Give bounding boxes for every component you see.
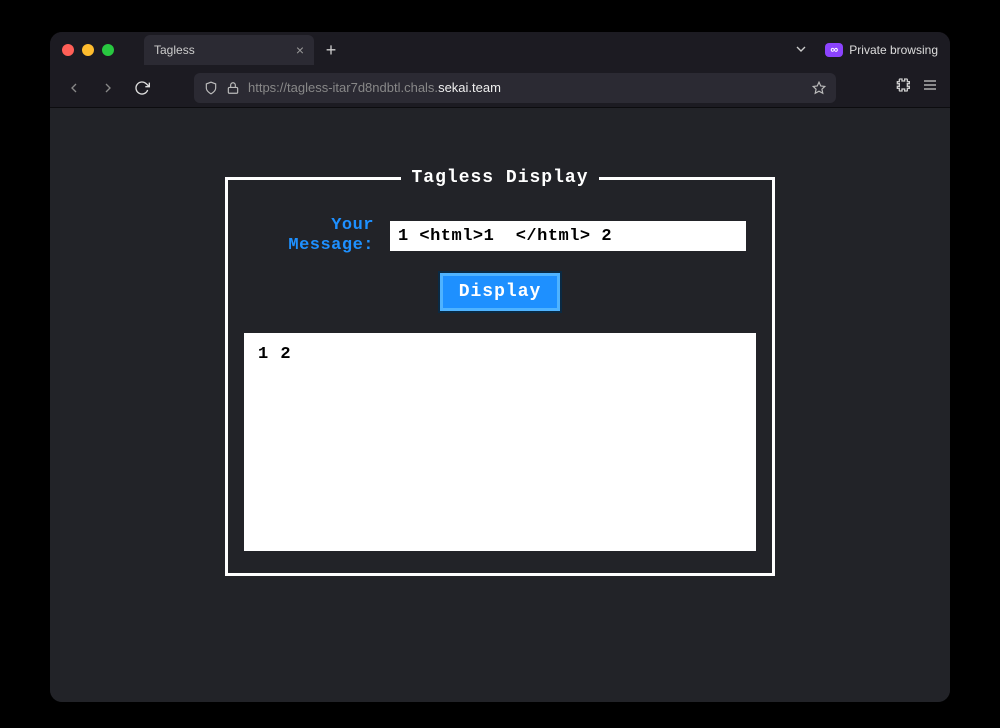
back-button[interactable] [62, 76, 86, 100]
toolbar: https://tagless-itar7d8ndbtl.chals.sekai… [50, 68, 950, 108]
lock-icon[interactable] [226, 81, 240, 95]
browser-tab[interactable]: Tagless × [144, 35, 314, 65]
shield-icon[interactable] [204, 81, 218, 95]
private-browsing-indicator: Private browsing [825, 43, 938, 57]
button-row: Display [244, 273, 756, 311]
private-label: Private browsing [849, 43, 938, 57]
close-window-button[interactable] [62, 44, 74, 56]
reload-button[interactable] [130, 76, 154, 100]
forward-button[interactable] [96, 76, 120, 100]
message-label: Your Message: [254, 216, 374, 257]
message-input[interactable] [390, 221, 746, 251]
output-box: 1 2 [244, 333, 756, 551]
close-tab-icon[interactable]: × [296, 42, 304, 58]
titlebar: Tagless × + Private browsing [50, 32, 950, 68]
titlebar-right: Private browsing [793, 41, 938, 60]
new-tab-button[interactable]: + [318, 37, 344, 63]
address-bar[interactable]: https://tagless-itar7d8ndbtl.chals.sekai… [194, 73, 836, 103]
url-prefix: https://tagless-itar7d8ndbtl.chals. [248, 80, 438, 95]
mask-icon [825, 43, 843, 57]
tab-strip: Tagless × + [144, 32, 344, 68]
minimize-window-button[interactable] [82, 44, 94, 56]
page-viewport: Tagless Display Your Message: Display 1 … [50, 108, 950, 702]
app-title: Tagless Display [401, 168, 598, 188]
tab-overflow-icon[interactable] [793, 41, 809, 60]
extensions-icon[interactable] [896, 77, 912, 98]
tab-title: Tagless [154, 43, 195, 57]
maximize-window-button[interactable] [102, 44, 114, 56]
toolbar-right [896, 77, 938, 98]
url-text: https://tagless-itar7d8ndbtl.chals.sekai… [248, 80, 804, 95]
message-row: Your Message: [254, 216, 746, 257]
window-controls [62, 44, 114, 56]
bookmark-star-icon[interactable] [812, 81, 826, 95]
url-host: sekai.team [438, 80, 501, 95]
display-button[interactable]: Display [440, 273, 561, 311]
tagless-app: Tagless Display Your Message: Display 1 … [225, 168, 775, 576]
app-frame: Tagless Display Your Message: Display 1 … [225, 168, 775, 576]
browser-window: Tagless × + Private browsing [50, 32, 950, 702]
hamburger-menu-icon[interactable] [922, 77, 938, 98]
